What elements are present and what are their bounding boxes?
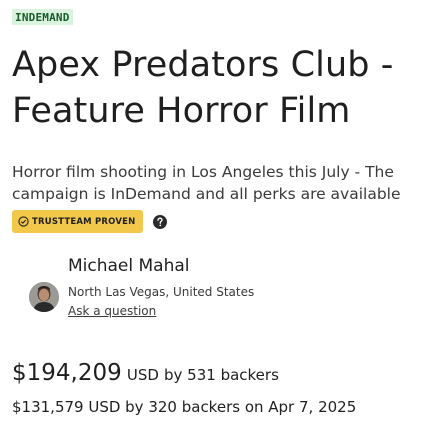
help-icon[interactable] [153, 214, 168, 229]
campaign-header: INDEMAND Apex Predators Club - Feature H… [0, 0, 444, 429]
creator-name[interactable]: Michael Mahal [68, 256, 190, 276]
creator-avatar[interactable] [29, 282, 59, 312]
campaign-title: Apex Predators Club - Feature Horror Fil… [12, 45, 394, 131]
trust-row: TRUSTTEAM PROVEN [12, 210, 168, 233]
funding-previous: $131,579 USD by 320 backers on Apr 7, 20… [12, 398, 357, 416]
funding-amount: $194,209 [12, 360, 122, 386]
creator-location: North Las Vegas, United States [68, 285, 255, 299]
ask-question-link[interactable]: Ask a question [68, 304, 156, 318]
campaign-subtitle: Horror film shooting in Los Angeles this… [12, 163, 401, 203]
funding-currency: USD [126, 366, 159, 384]
funding-backers: by 531 backers [164, 366, 279, 384]
check-circle-icon [18, 216, 29, 227]
funding-summary: $194,209 USD by 531 backers [12, 360, 279, 386]
trustteam-proven-badge[interactable]: TRUSTTEAM PROVEN [12, 210, 144, 233]
trustteam-label: TRUSTTEAM PROVEN [32, 216, 136, 227]
avatar-image [29, 282, 59, 312]
indemand-badge: INDEMAND [12, 9, 73, 25]
